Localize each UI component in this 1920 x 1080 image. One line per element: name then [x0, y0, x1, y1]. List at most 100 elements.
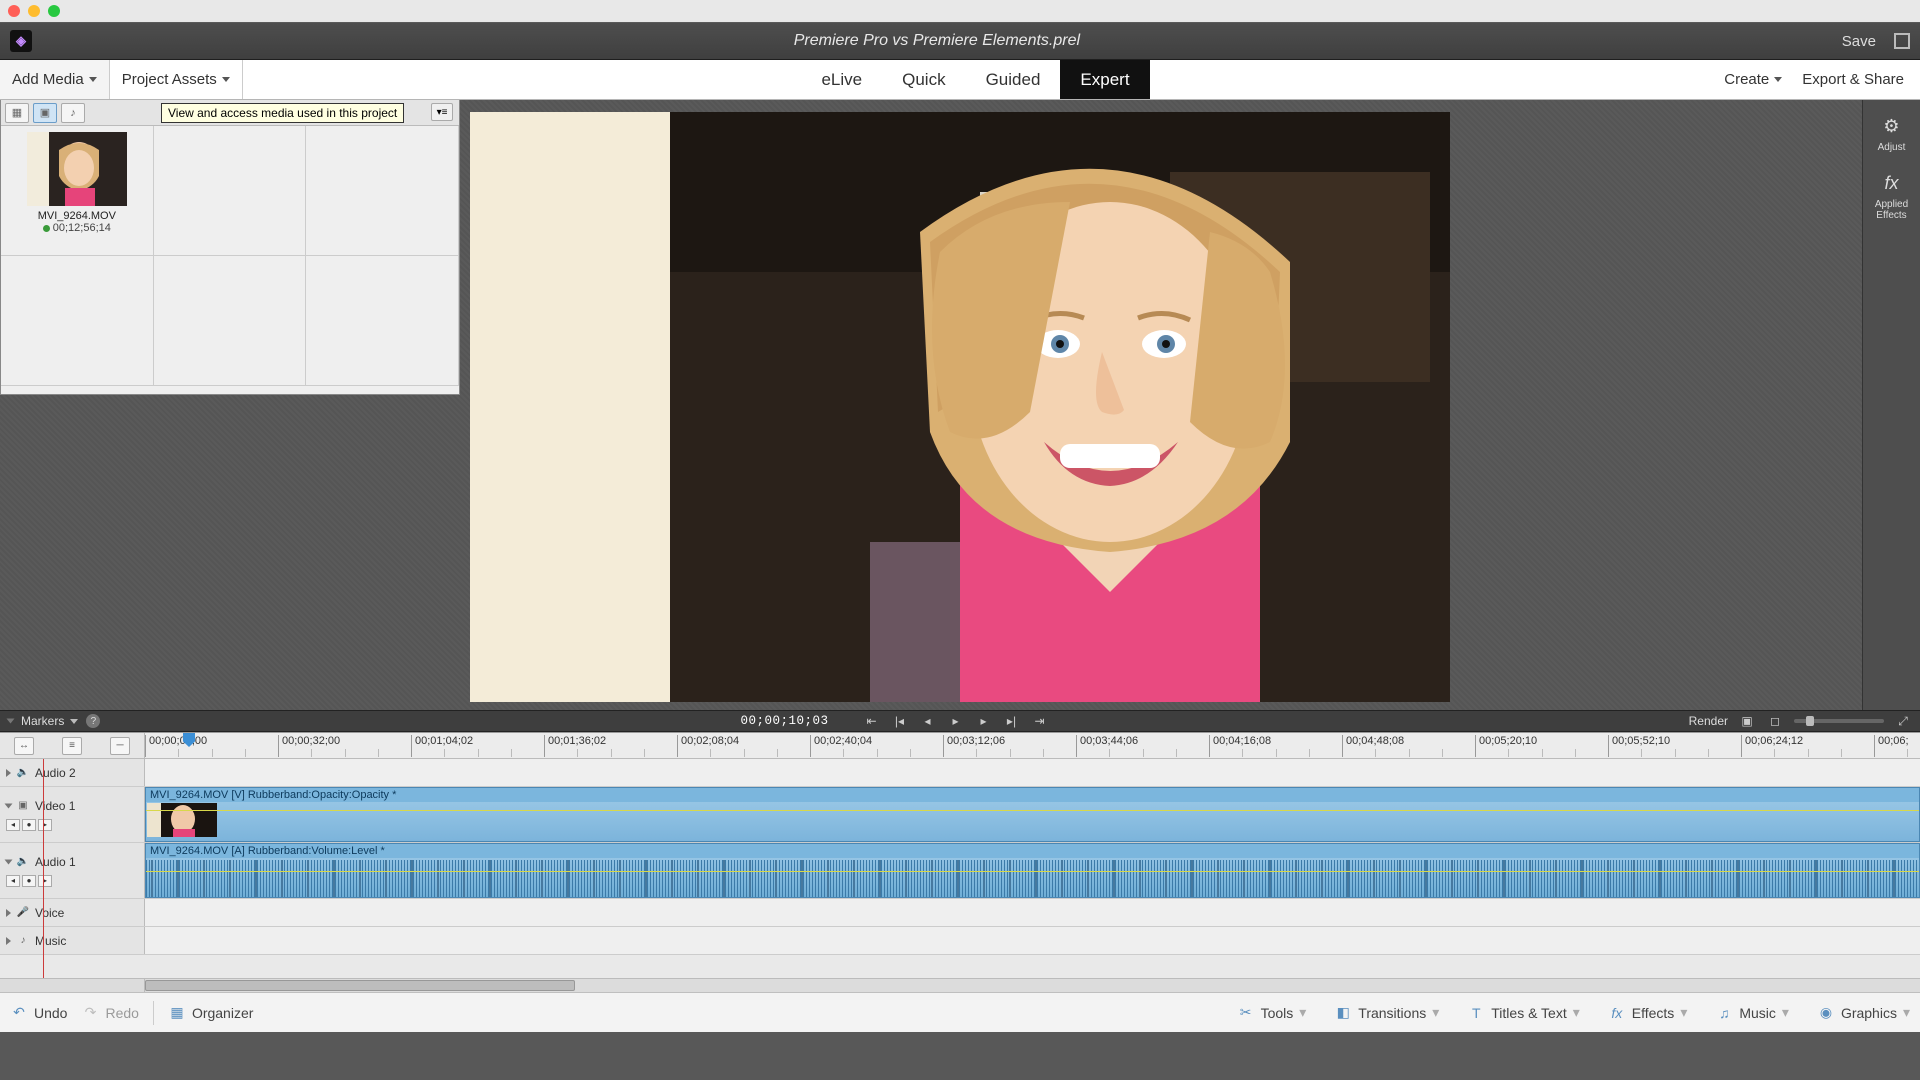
eye-icon[interactable]: ▣	[17, 800, 29, 812]
filter-video-icon[interactable]: ▣	[33, 103, 57, 123]
mode-guided[interactable]: Guided	[966, 60, 1061, 99]
panel-menu-icon[interactable]: ▾≡	[431, 103, 453, 121]
export-button[interactable]: Export & Share	[1802, 71, 1904, 88]
create-button[interactable]: Create	[1724, 71, 1782, 88]
ruler-tick: 00;03;12;06	[943, 735, 1005, 757]
scrollbar-thumb[interactable]	[145, 980, 575, 991]
ruler-ticks[interactable]: 00;00;00;0000;00;32;0000;01;04;0200;01;3…	[145, 733, 1920, 758]
track-head-audio1[interactable]: 🔈 Audio 1 ◂●▸	[0, 843, 145, 898]
volume-line[interactable]	[146, 871, 1919, 872]
timeline-scrollbar[interactable]	[0, 978, 1920, 992]
tool-zoom-icon[interactable]: ─	[110, 737, 130, 755]
fullscreen-icon[interactable]	[1894, 33, 1910, 49]
mini-btn[interactable]: ●	[22, 819, 36, 831]
track-body[interactable]: MVI_9264.MOV [A] Rubberband:Volume:Level…	[145, 843, 1920, 898]
minimize-window-icon[interactable]	[28, 5, 40, 17]
mini-btn[interactable]: ◂	[6, 875, 20, 887]
filter-all-icon[interactable]: ▦	[5, 103, 29, 123]
undo-button[interactable]: ↶Undo	[10, 1004, 67, 1022]
applied-effects-label: Applied Effects	[1875, 199, 1908, 221]
mic-icon[interactable]: 🎤	[17, 907, 29, 919]
redo-button[interactable]: ↷Redo	[81, 1004, 138, 1022]
transitions-label: Transitions	[1358, 1005, 1426, 1021]
track-body[interactable]	[145, 759, 1920, 786]
zoom-window-icon[interactable]	[48, 5, 60, 17]
track-head-audio2[interactable]: 🔈 Audio 2	[0, 759, 145, 786]
track-head-music[interactable]: ♪ Music	[0, 927, 145, 954]
mini-btn[interactable]: ▸	[38, 819, 52, 831]
track-body[interactable]	[145, 899, 1920, 926]
mini-btn[interactable]: ◂	[6, 819, 20, 831]
ruler-tick: 00;06;	[1874, 735, 1909, 757]
ruler-tick: 00;02;40;04	[810, 735, 872, 757]
playback-bar: Markers ? 00;00;10;03 ⇤ |◂ ◂ ▸ ▸ ▸| ⇥ Re…	[0, 710, 1920, 732]
track-head-video1[interactable]: ▣ Video 1 ◂●▸	[0, 787, 145, 842]
add-media-button[interactable]: Add Media	[0, 60, 110, 99]
mini-btn[interactable]: ▸	[38, 875, 52, 887]
mode-expert[interactable]: Expert	[1060, 60, 1149, 99]
filter-audio-icon[interactable]: ♪	[61, 103, 85, 123]
organizer-button[interactable]: ▦Organizer	[168, 1004, 253, 1022]
speaker-icon[interactable]: 🔈	[17, 767, 29, 779]
help-icon[interactable]: ?	[86, 714, 100, 728]
collapse-icon[interactable]	[5, 803, 13, 808]
view-toggle-icon[interactable]: ◻	[1766, 713, 1784, 729]
effects-button[interactable]: fxEffects▾	[1608, 1004, 1688, 1022]
asset-duration: 00;12;56;14	[43, 222, 111, 234]
speaker-icon[interactable]: 🔈	[17, 856, 29, 868]
adjust-icon: ⚙	[1879, 114, 1903, 138]
tool-track-icon[interactable]: ≡	[62, 737, 82, 755]
close-window-icon[interactable]	[8, 5, 20, 17]
track-music: ♪ Music	[0, 927, 1920, 955]
goto-start-icon[interactable]: ⇤	[863, 713, 881, 729]
expand-icon[interactable]	[6, 909, 11, 917]
asset-empty-cell	[154, 256, 307, 386]
video-clip[interactable]: MVI_9264.MOV [V] Rubberband:Opacity:Opac…	[145, 787, 1920, 842]
zoom-slider[interactable]	[1794, 719, 1884, 723]
save-button[interactable]: Save	[1842, 33, 1876, 50]
mini-btn[interactable]: ●	[22, 875, 36, 887]
tool-select-icon[interactable]: ↔	[14, 737, 34, 755]
collapse-icon[interactable]	[5, 859, 13, 864]
tools-button[interactable]: ✂Tools▾	[1237, 1004, 1307, 1022]
timeline-panel: ↔ ≡ ─ 00;00;00;0000;00;32;0000;01;04;020…	[0, 732, 1920, 992]
expand-icon[interactable]	[6, 937, 11, 945]
adjust-button[interactable]: ⚙ Adjust	[1878, 114, 1906, 153]
timecode[interactable]: 00;00;10;03	[740, 714, 828, 728]
goto-end-icon[interactable]: ⇥	[1031, 713, 1049, 729]
mode-elive[interactable]: eLive	[801, 60, 882, 99]
asset-name: MVI_9264.MOV	[38, 210, 116, 222]
chevron-down-icon[interactable]	[7, 719, 15, 724]
step-back-icon[interactable]: ◂	[919, 713, 937, 729]
mode-quick[interactable]: Quick	[882, 60, 965, 99]
preview-monitor[interactable]	[470, 112, 1450, 702]
fit-icon[interactable]: ⤢	[1894, 713, 1912, 729]
expand-icon[interactable]	[6, 769, 11, 777]
render-button[interactable]: Render	[1689, 714, 1728, 728]
project-assets-button[interactable]: Project Assets	[110, 60, 243, 99]
next-frame-icon[interactable]: ▸|	[1003, 713, 1021, 729]
graphics-button[interactable]: ◉Graphics▾	[1817, 1004, 1910, 1022]
markers-dropdown[interactable]: Markers	[21, 714, 78, 728]
zoom-thumb[interactable]	[1806, 716, 1814, 726]
applied-effects-button[interactable]: fx Applied Effects	[1875, 171, 1908, 221]
music-icon[interactable]: ♪	[17, 935, 29, 947]
asset-duration-text: 00;12;56;14	[53, 222, 111, 234]
track-body[interactable]	[145, 927, 1920, 954]
timeline-ruler[interactable]: ↔ ≡ ─ 00;00;00;0000;00;32;0000;01;04;020…	[0, 733, 1920, 759]
play-icon[interactable]: ▸	[947, 713, 965, 729]
asset-empty-cell	[154, 126, 307, 256]
music-button[interactable]: ♫Music▾	[1715, 1004, 1789, 1022]
audio-clip[interactable]: MVI_9264.MOV [A] Rubberband:Volume:Level…	[145, 843, 1920, 898]
track-body[interactable]: MVI_9264.MOV [V] Rubberband:Opacity:Opac…	[145, 787, 1920, 842]
prev-frame-icon[interactable]: |◂	[891, 713, 909, 729]
titles-button[interactable]: TTitles & Text▾	[1467, 1004, 1580, 1022]
opacity-line[interactable]	[146, 810, 1919, 811]
step-forward-icon[interactable]: ▸	[975, 713, 993, 729]
ruler-tick: 00;02;08;04	[677, 735, 739, 757]
undo-label: Undo	[34, 1005, 67, 1021]
safe-margins-icon[interactable]: ▣	[1738, 713, 1756, 729]
transitions-button[interactable]: ◧Transitions▾	[1334, 1004, 1439, 1022]
asset-item[interactable]: MVI_9264.MOV 00;12;56;14	[1, 126, 154, 256]
track-head-voice[interactable]: 🎤 Voice	[0, 899, 145, 926]
